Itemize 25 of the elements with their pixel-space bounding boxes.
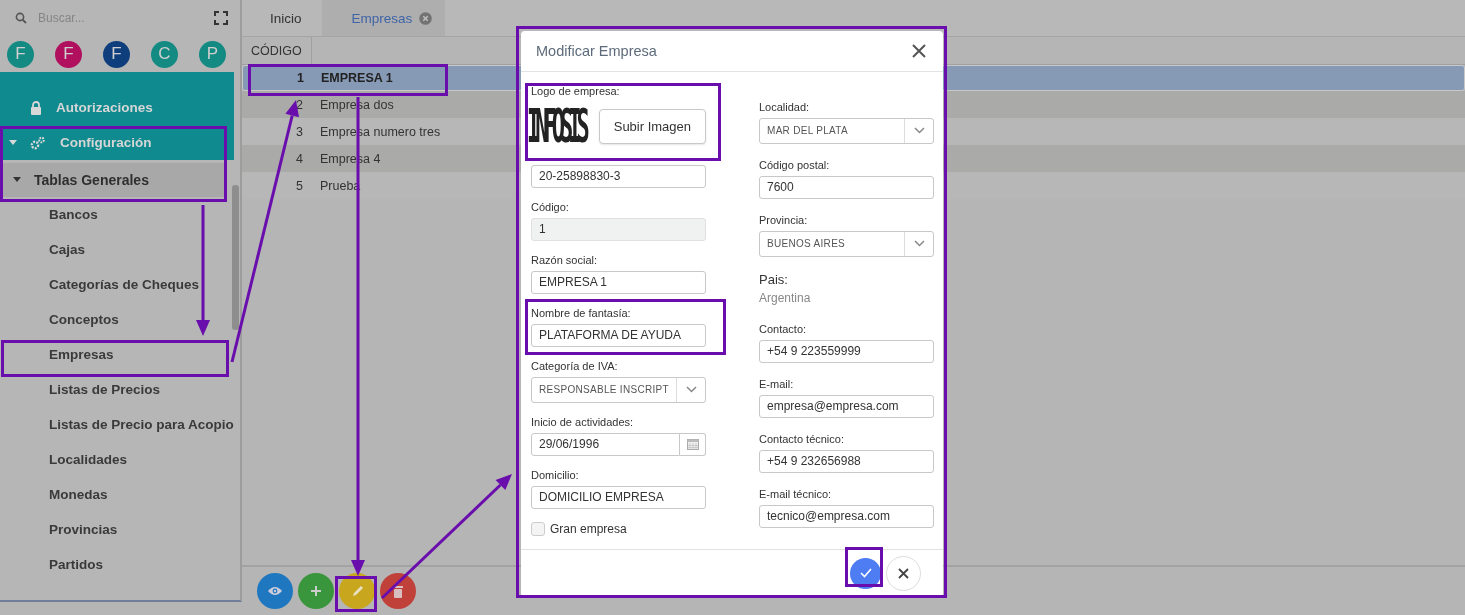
field-label: Provincia:	[759, 213, 809, 226]
field-label: Logo de empresa:	[531, 84, 621, 97]
field-label: Razón social:	[531, 253, 599, 266]
field-label: Domicilio:	[531, 468, 580, 481]
field-label: Contacto técnico:	[759, 432, 845, 445]
field-label: Localidad:	[759, 100, 811, 113]
field-label: Código:	[531, 200, 570, 213]
field-label: Código postal:	[759, 158, 831, 171]
table-cell-text: 1	[296, 71, 304, 85]
dialog-title: Modificar Empresa	[536, 42, 657, 59]
table-cell-text: 2	[295, 97, 303, 112]
table-cell-text: 3	[295, 124, 303, 139]
field-label: Nombre de fantasía:	[531, 306, 632, 319]
field-label: Contacto:	[759, 322, 808, 335]
checkbox-label: Gran empresa	[550, 521, 627, 536]
field-label: E-mail:	[759, 377, 795, 390]
field-value: Argentina	[759, 290, 812, 305]
field-label: Categoría de IVA:	[531, 359, 619, 372]
field-label: Inicio de actividades:	[531, 415, 635, 428]
company-logo: INFOSIS	[527, 100, 585, 153]
field-label: E-mail técnico:	[759, 487, 833, 500]
field-label: Pais:	[759, 271, 789, 287]
table-cell: EMPRESA 1	[321, 71, 393, 85]
table-cell-text: 4	[295, 151, 303, 166]
table-cell-text: 5	[295, 178, 303, 193]
